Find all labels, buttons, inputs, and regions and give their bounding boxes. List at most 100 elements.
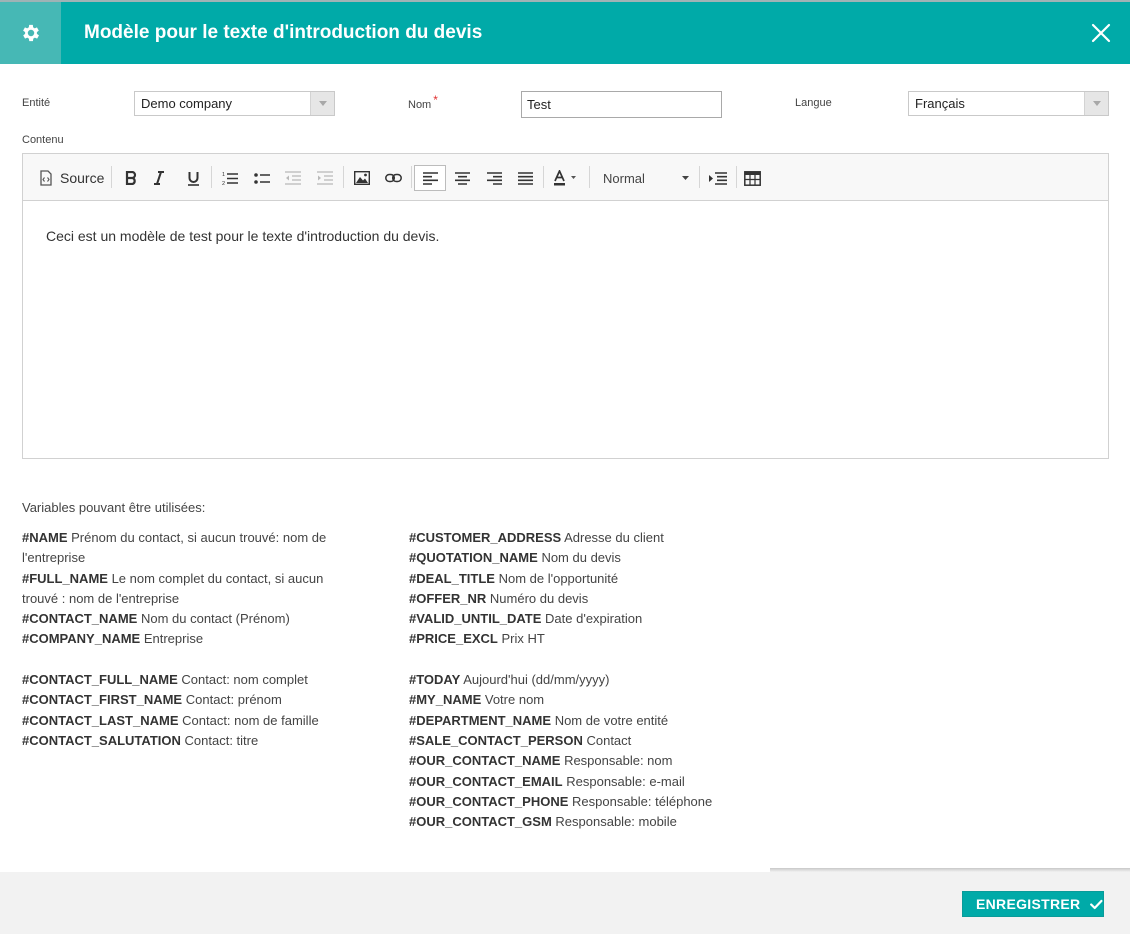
italic-icon bbox=[154, 171, 164, 185]
variable-item: #CUSTOMER_ADDRESS Adresse du client bbox=[409, 528, 809, 548]
align-left-button[interactable] bbox=[414, 165, 446, 191]
variable-name: #OUR_CONTACT_PHONE bbox=[409, 793, 569, 809]
outdent-button[interactable] bbox=[281, 165, 305, 191]
variable-item: #COMPANY_NAME Entreprise bbox=[22, 629, 352, 649]
close-icon bbox=[1091, 23, 1111, 43]
modal-title: Modèle pour le texte d'introduction du d… bbox=[84, 22, 483, 43]
align-center-icon bbox=[454, 171, 470, 185]
content-label: Contenu bbox=[22, 134, 64, 146]
bullet-list-button[interactable] bbox=[250, 165, 274, 191]
format-dropdown[interactable]: Normal bbox=[597, 165, 693, 191]
source-button[interactable]: Source bbox=[35, 165, 105, 191]
underline-button[interactable] bbox=[181, 165, 205, 191]
entity-select-arrow[interactable] bbox=[310, 92, 334, 115]
bold-button[interactable] bbox=[119, 165, 143, 191]
caret-down-icon bbox=[318, 101, 327, 106]
table-icon bbox=[743, 170, 761, 186]
required-marker: * bbox=[433, 93, 438, 107]
variable-name: #CUSTOMER_ADDRESS bbox=[409, 530, 562, 545]
save-button[interactable]: ENREGISTRER bbox=[962, 891, 1104, 917]
numbered-list-icon: 12 bbox=[222, 172, 238, 186]
text-color-button[interactable] bbox=[550, 165, 582, 191]
name-input[interactable] bbox=[521, 91, 722, 118]
insert-link-button[interactable] bbox=[381, 165, 405, 191]
close-button[interactable] bbox=[1090, 22, 1112, 44]
toolbar-separator bbox=[736, 166, 737, 188]
variable-name: #QUOTATION_NAME bbox=[409, 550, 538, 566]
align-justify-button[interactable] bbox=[513, 165, 537, 191]
variable-desc: Responsable: nom bbox=[564, 753, 673, 769]
variable-desc: Prénom du contact, si aucun trouvé: nom … bbox=[22, 530, 327, 566]
editor-content[interactable]: Ceci est un modèle de test pour le texte… bbox=[46, 228, 439, 244]
variable-item: #CONTACT_LAST_NAME Contact: nom de famil… bbox=[22, 711, 352, 731]
insert-table-button[interactable] bbox=[740, 165, 764, 191]
variable-desc: Nom du devis bbox=[541, 550, 621, 566]
modal-dialog: Modèle pour le texte d'introduction du d… bbox=[0, 0, 1130, 934]
image-icon bbox=[354, 171, 370, 185]
variable-desc: Contact: nom complet bbox=[181, 672, 308, 688]
align-right-button[interactable] bbox=[482, 165, 506, 191]
body-shadow bbox=[770, 868, 1130, 872]
variable-group: #NAME Prénom du contact, si aucun trouvé… bbox=[22, 528, 352, 650]
variable-desc: Responsable: e-mail bbox=[566, 773, 685, 789]
italic-button[interactable] bbox=[147, 165, 171, 191]
modal-header: Modèle pour le texte d'introduction du d… bbox=[0, 0, 1130, 64]
source-label: Source bbox=[60, 170, 105, 186]
variable-name: #TODAY bbox=[409, 672, 461, 688]
gear-icon bbox=[22, 24, 39, 42]
source-icon bbox=[40, 170, 52, 186]
language-select-arrow[interactable] bbox=[1084, 92, 1108, 115]
format-dropdown-value: Normal bbox=[603, 170, 645, 186]
variable-desc: Prix HT bbox=[501, 631, 545, 647]
align-right-icon bbox=[486, 171, 502, 185]
variable-item: #FULL_NAME Le nom complet du contact, si… bbox=[22, 569, 352, 610]
entity-select[interactable]: Demo company bbox=[134, 91, 335, 116]
variable-name: #NAME bbox=[22, 530, 68, 545]
caret-down-icon bbox=[1092, 101, 1101, 106]
variable-item: #CONTACT_FULL_NAME Contact: nom complet bbox=[22, 670, 352, 690]
variable-desc: Numéro du devis bbox=[489, 590, 589, 606]
variable-item: #CONTACT_FIRST_NAME Contact: prénom bbox=[22, 690, 352, 710]
variable-name: #CONTACT_NAME bbox=[22, 611, 138, 627]
rich-text-editor: Source 12 Normal Ceci est un modèle de t… bbox=[22, 153, 1109, 459]
svg-text:1: 1 bbox=[222, 172, 225, 178]
variable-desc: Nom du contact (Prénom) bbox=[140, 611, 290, 627]
variable-item: #DEPARTMENT_NAME Nom de votre entité bbox=[409, 711, 809, 731]
toolbar-separator bbox=[211, 166, 212, 188]
variable-item: #CONTACT_NAME Nom du contact (Prénom) bbox=[22, 609, 352, 629]
variable-desc: Contact: nom de famille bbox=[182, 712, 319, 728]
toolbar-separator bbox=[111, 166, 112, 188]
show-blocks-button[interactable] bbox=[706, 165, 730, 191]
align-center-button[interactable] bbox=[450, 165, 474, 191]
variable-name: #OUR_CONTACT_NAME bbox=[409, 753, 561, 769]
bold-icon bbox=[125, 171, 137, 185]
variables-right-column: #CUSTOMER_ADDRESS Adresse du client #QUO… bbox=[409, 528, 809, 832]
variable-desc: Contact: titre bbox=[184, 732, 259, 748]
language-label: Langue bbox=[795, 97, 832, 109]
variable-item: #OFFER_NR Numéro du devis bbox=[409, 589, 809, 609]
variable-group: #CUSTOMER_ADDRESS Adresse du client #QUO… bbox=[409, 528, 809, 650]
variable-name: #CONTACT_FULL_NAME bbox=[22, 672, 178, 688]
bullet-list-icon bbox=[254, 172, 270, 184]
variable-item: #CONTACT_SALUTATION Contact: titre bbox=[22, 731, 352, 751]
variable-item: #OUR_CONTACT_PHONE Responsable: téléphon… bbox=[409, 792, 809, 812]
numbered-list-button[interactable]: 12 bbox=[218, 165, 242, 191]
variable-group-gap bbox=[22, 650, 352, 670]
variable-desc: Entreprise bbox=[143, 631, 204, 647]
variable-item: #VALID_UNTIL_DATE Date d'expiration bbox=[409, 609, 809, 629]
indent-button[interactable] bbox=[313, 165, 337, 191]
variable-item: #NAME Prénom du contact, si aucun trouvé… bbox=[22, 528, 352, 569]
toolbar-separator bbox=[589, 166, 590, 188]
variable-name: #VALID_UNTIL_DATE bbox=[409, 611, 542, 627]
insert-image-button[interactable] bbox=[350, 165, 374, 191]
outdent-icon bbox=[285, 171, 301, 185]
name-label-text: Nom bbox=[408, 99, 432, 111]
variable-desc: Votre nom bbox=[484, 692, 545, 708]
text-color-icon bbox=[554, 170, 576, 186]
header-icon-box bbox=[0, 2, 61, 64]
language-select[interactable]: Français bbox=[908, 91, 1109, 116]
name-label: Nom * bbox=[408, 93, 438, 111]
variable-desc: Contact: prénom bbox=[185, 692, 282, 708]
svg-text:2: 2 bbox=[222, 181, 225, 186]
variable-name: #CONTACT_SALUTATION bbox=[22, 732, 181, 748]
